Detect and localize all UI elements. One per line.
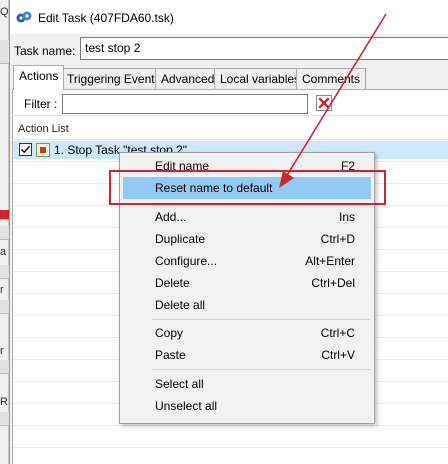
- annotation-arrow-icon: [279, 13, 387, 188]
